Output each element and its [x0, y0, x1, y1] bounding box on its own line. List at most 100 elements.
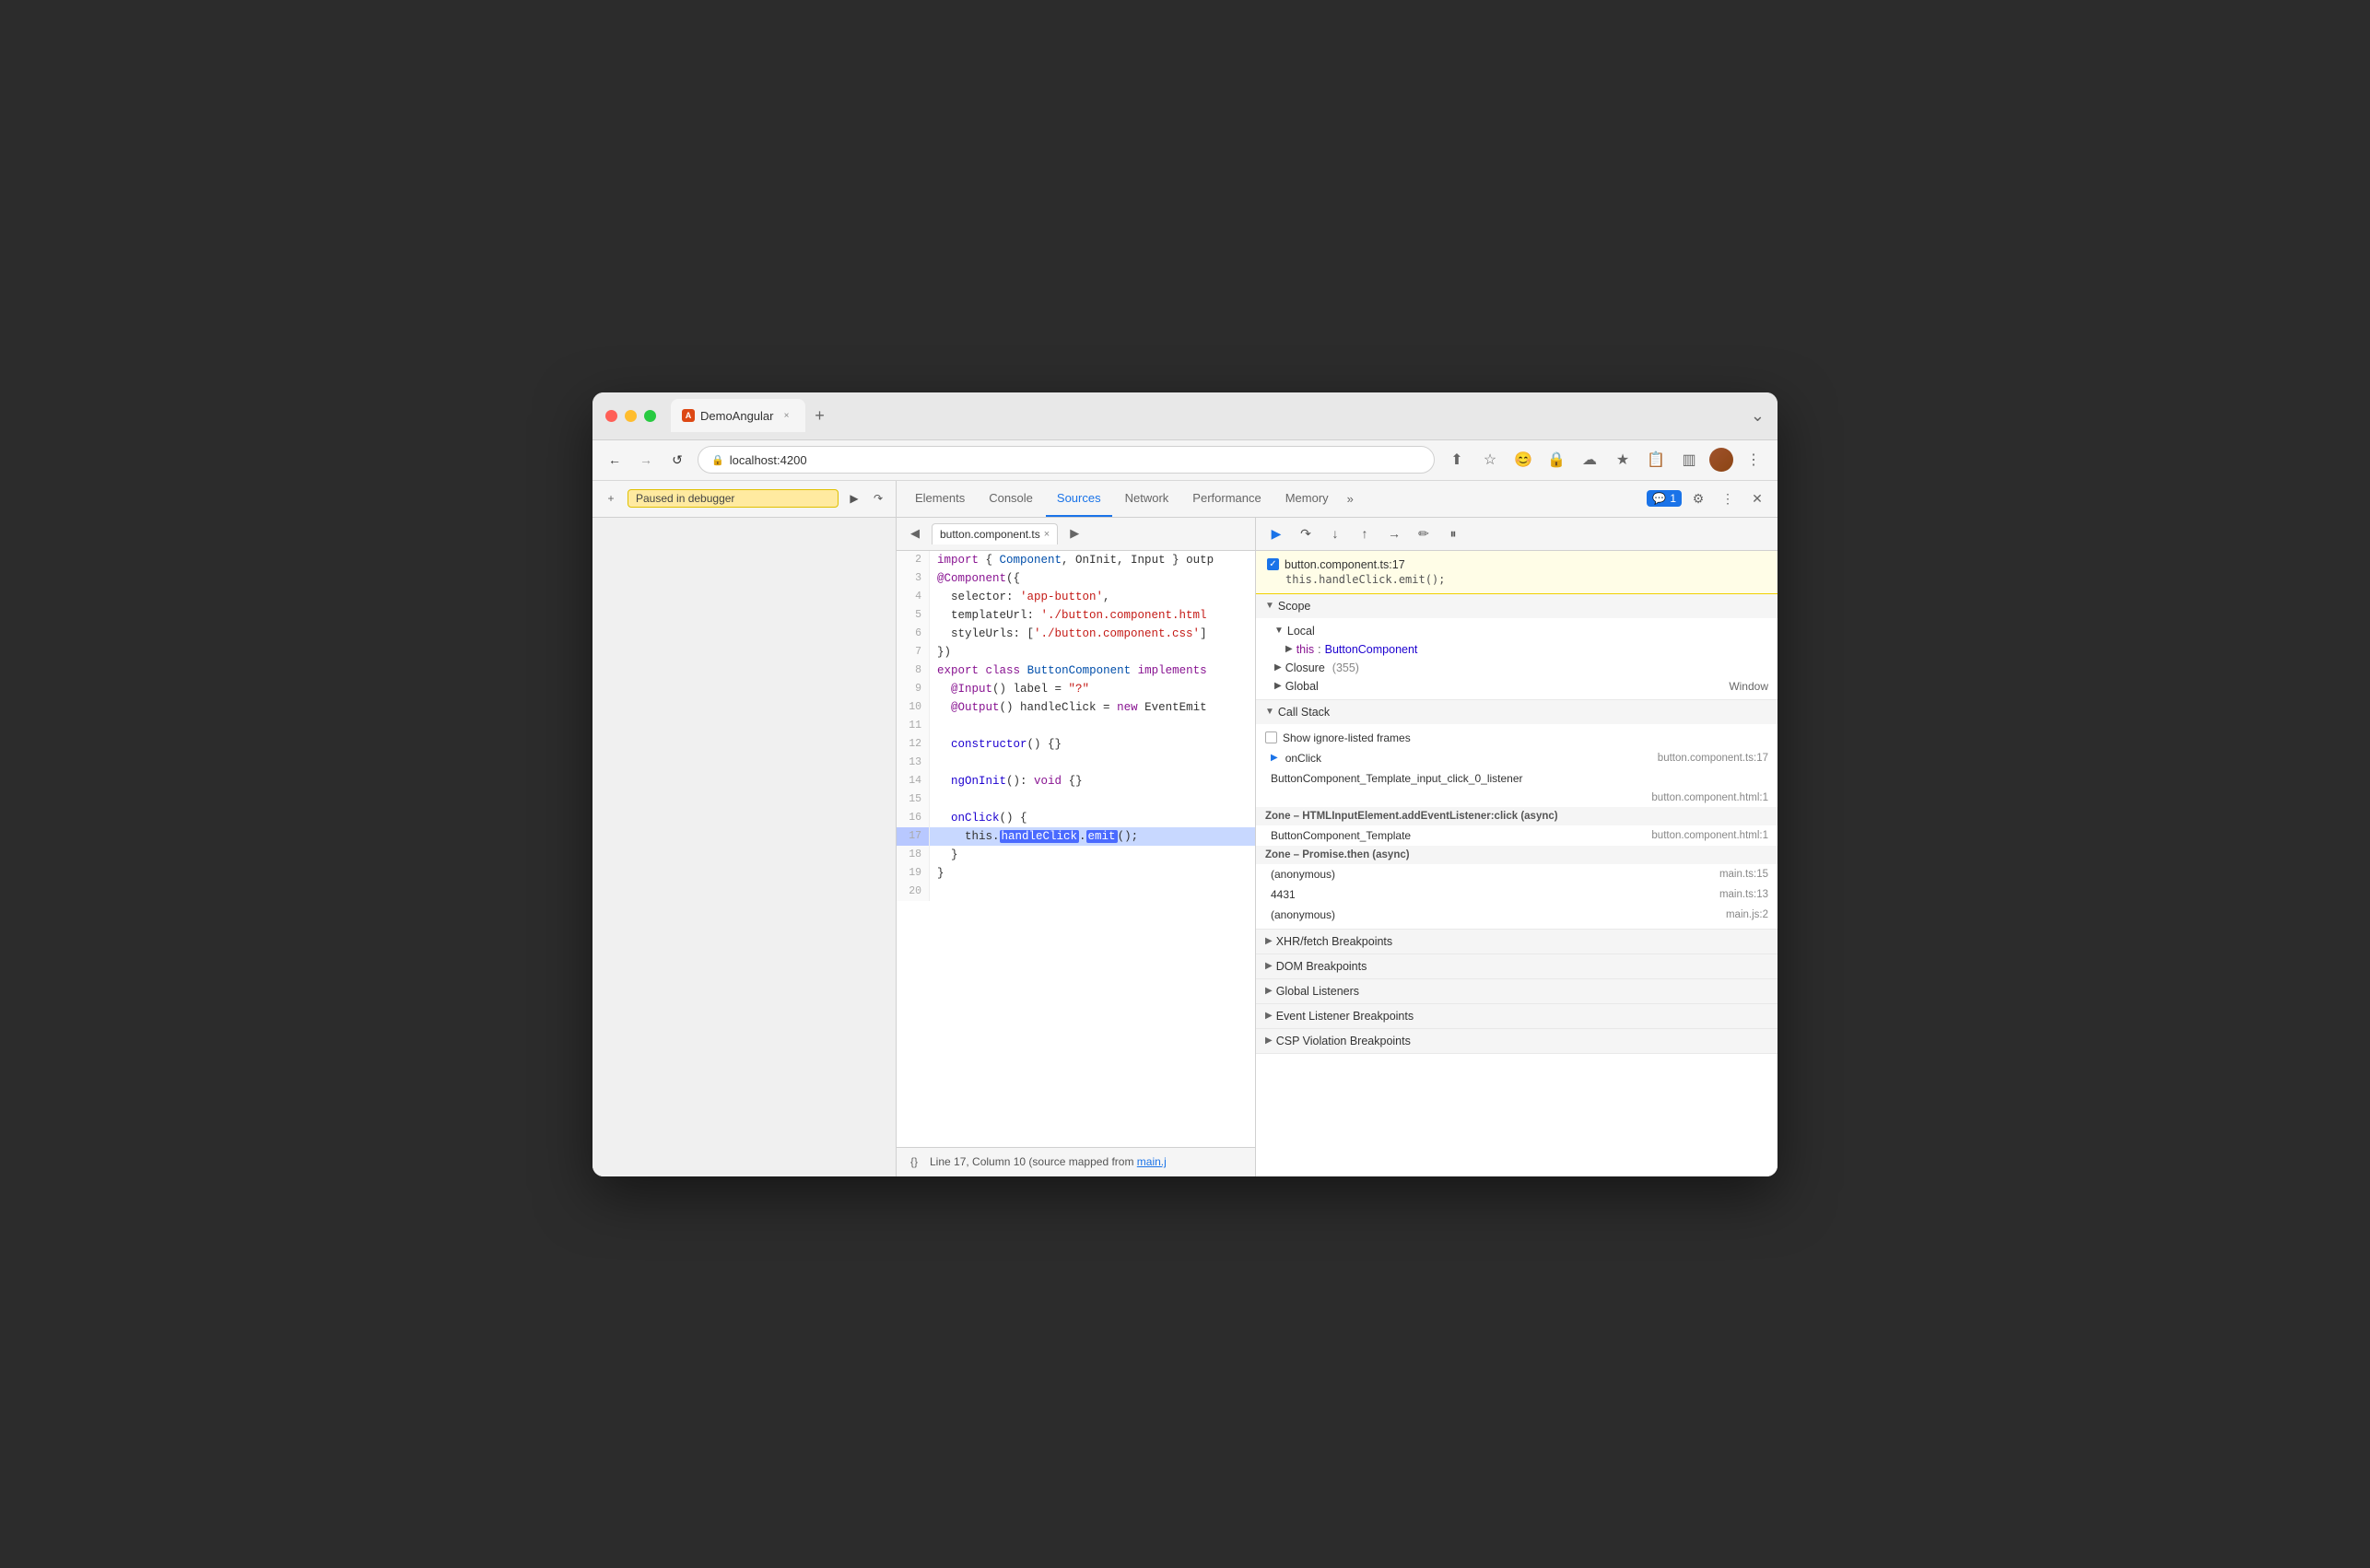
- deactivate-breakpoints-button[interactable]: ✏: [1411, 521, 1437, 546]
- source-nav-format[interactable]: ▶: [1063, 522, 1085, 544]
- step-button[interactable]: →: [1381, 521, 1407, 546]
- maximize-traffic-light[interactable]: [644, 410, 656, 422]
- scope-local-header[interactable]: ▼ Local: [1256, 622, 1778, 640]
- call-stack-section: ▼ Call Stack Show ignore-listed frames: [1256, 700, 1778, 930]
- page-viewport: [592, 518, 896, 1176]
- address-input[interactable]: 🔒 localhost:4200: [698, 446, 1435, 474]
- xhr-breakpoints-header[interactable]: ▶ XHR/fetch Breakpoints: [1256, 930, 1778, 954]
- code-line-15: 15: [897, 790, 1255, 809]
- address-bar: ← → ↺ 🔒 localhost:4200 ⬆ ☆ 😊 🔒 ☁ ★ 📋 ▥ ⋮: [592, 440, 1778, 481]
- back-button[interactable]: ←: [604, 449, 626, 471]
- pause-on-exceptions-button[interactable]: ⏸: [1440, 521, 1466, 546]
- item-4431-name: 4431: [1271, 888, 1296, 901]
- browser-tab-demoangular[interactable]: A DemoAngular ×: [671, 399, 805, 432]
- close-traffic-light[interactable]: [605, 410, 617, 422]
- cloud-icon[interactable]: ☁: [1577, 447, 1602, 473]
- callstack-onclick[interactable]: ▶ onClick button.component.ts:17: [1256, 748, 1778, 768]
- ignored-frames-checkbox[interactable]: [1265, 731, 1277, 743]
- message-icon: 💬: [1652, 492, 1666, 505]
- scope-chevron: ▼: [1265, 601, 1274, 611]
- code-line-16: 16 onClick() {: [897, 809, 1255, 827]
- onclick-arrow: ▶: [1271, 753, 1278, 763]
- breakpoint-info: ✓ button.component.ts:17 this.handleClic…: [1256, 551, 1778, 594]
- event-listener-breakpoints-header[interactable]: ▶ Event Listener Breakpoints: [1256, 1004, 1778, 1028]
- ignored-frames-label: Show ignore-listed frames: [1283, 731, 1411, 744]
- tab-network[interactable]: Network: [1114, 481, 1180, 517]
- star-icon[interactable]: ★: [1610, 447, 1636, 473]
- window-more-button[interactable]: ⌄: [1751, 406, 1765, 426]
- scope-local-label: Local: [1287, 625, 1315, 638]
- extension2-icon[interactable]: 🔒: [1543, 447, 1569, 473]
- side-panel-icon[interactable]: ▥: [1676, 447, 1702, 473]
- callstack-template-listener[interactable]: ButtonComponent_Template_input_click_0_l…: [1256, 768, 1778, 789]
- anonymous-1-name: (anonymous): [1271, 868, 1335, 881]
- devtools-more-button[interactable]: ⋮: [1715, 486, 1741, 511]
- tab-close-button[interactable]: ×: [780, 408, 794, 423]
- refresh-button[interactable]: ↺: [666, 449, 688, 471]
- line-content-2: import { Component, OnInit, Input } outp: [930, 551, 1214, 569]
- line-content-4: selector: 'app-button',: [930, 588, 1110, 606]
- share-icon[interactable]: ⬆: [1444, 447, 1470, 473]
- callstack-anonymous-2[interactable]: (anonymous) main.js:2: [1256, 905, 1778, 925]
- code-line-14: 14 ngOnInit(): void {}: [897, 772, 1255, 790]
- scope-closure-header[interactable]: ▶ Closure (355): [1256, 659, 1778, 677]
- extension-icon[interactable]: 😊: [1510, 447, 1536, 473]
- dom-breakpoints-header[interactable]: ▶ DOM Breakpoints: [1256, 954, 1778, 978]
- global-listeners-section: ▶ Global Listeners: [1256, 979, 1778, 1004]
- xhr-chevron: ▶: [1265, 936, 1273, 946]
- callstack-4431[interactable]: 4431 main.ts:13: [1256, 884, 1778, 905]
- add-panel-button[interactable]: +: [600, 487, 622, 509]
- csp-violation-breakpoints-header[interactable]: ▶ CSP Violation Breakpoints: [1256, 1029, 1778, 1053]
- line-content-5: templateUrl: './button.component.html: [930, 606, 1207, 625]
- tab-console[interactable]: Console: [978, 481, 1044, 517]
- bookmark-icon[interactable]: ☆: [1477, 447, 1503, 473]
- resume-button[interactable]: ▶: [844, 488, 864, 509]
- minimize-traffic-light[interactable]: [625, 410, 637, 422]
- line-number-14: 14: [897, 772, 930, 790]
- callstack-template-listener-file[interactable]: button.component.html:1: [1256, 789, 1778, 807]
- tab-elements[interactable]: Elements: [904, 481, 976, 517]
- line-number-12: 12: [897, 735, 930, 754]
- line-content-3: @Component({: [930, 569, 1020, 588]
- code-line-3: 3 @Component({: [897, 569, 1255, 588]
- new-tab-button[interactable]: +: [807, 403, 833, 428]
- global-listeners-header[interactable]: ▶ Global Listeners: [1256, 979, 1778, 1003]
- global-listeners-chevron: ▶: [1265, 986, 1273, 996]
- scope-this-item[interactable]: ▶ this : ButtonComponent: [1256, 640, 1778, 659]
- csp-violation-breakpoints-section: ▶ CSP Violation Breakpoints: [1256, 1029, 1778, 1054]
- avatar[interactable]: [1709, 448, 1733, 472]
- call-stack-header[interactable]: ▼ Call Stack: [1256, 700, 1778, 724]
- source-map-link[interactable]: main.j: [1137, 1155, 1167, 1168]
- line-number-20: 20: [897, 883, 930, 901]
- tab-memory[interactable]: Memory: [1274, 481, 1340, 517]
- file-tab-close-button[interactable]: ×: [1044, 529, 1050, 540]
- forward-button[interactable]: →: [635, 449, 657, 471]
- breakpoint-checkbox[interactable]: ✓: [1267, 558, 1279, 570]
- source-nav-prev[interactable]: ◀: [904, 522, 926, 544]
- step-over-button[interactable]: ↷: [868, 488, 888, 509]
- devtools-body: ◀ button.component.ts × ▶ 2 import { Com…: [897, 518, 1778, 1176]
- tab-sources[interactable]: Sources: [1046, 481, 1112, 517]
- callstack-anonymous-1[interactable]: (anonymous) main.ts:15: [1256, 864, 1778, 884]
- devtools-more-tabs[interactable]: »: [1342, 492, 1359, 506]
- format-icon[interactable]: {}: [906, 1153, 922, 1170]
- devtools-message-badge[interactable]: 💬 1: [1647, 490, 1682, 507]
- callstack-button-template[interactable]: ButtonComponent_Template button.componen…: [1256, 825, 1778, 846]
- step-into-button[interactable]: ↓: [1322, 521, 1348, 546]
- file-tab-button-component[interactable]: button.component.ts ×: [932, 523, 1058, 544]
- scope-global-header[interactable]: ▶ Global Window: [1256, 677, 1778, 696]
- scope-closure-label: Closure: [1285, 661, 1325, 674]
- devtools-close-button[interactable]: ✕: [1744, 486, 1770, 511]
- more-options-icon[interactable]: ⋮: [1741, 447, 1766, 473]
- tab-area: A DemoAngular × +: [671, 399, 1743, 432]
- code-line-12: 12 constructor() {}: [897, 735, 1255, 754]
- scope-header[interactable]: ▼ Scope: [1256, 594, 1778, 618]
- tab-performance[interactable]: Performance: [1181, 481, 1272, 517]
- devtools-settings-button[interactable]: ⚙: [1685, 486, 1711, 511]
- resume-execution-button[interactable]: ▶: [1263, 521, 1289, 546]
- step-over-debug-button[interactable]: ↷: [1293, 521, 1319, 546]
- code-line-20: 20: [897, 883, 1255, 901]
- line-number-19: 19: [897, 864, 930, 883]
- step-out-button[interactable]: ↑: [1352, 521, 1378, 546]
- clipboard-icon[interactable]: 📋: [1643, 447, 1669, 473]
